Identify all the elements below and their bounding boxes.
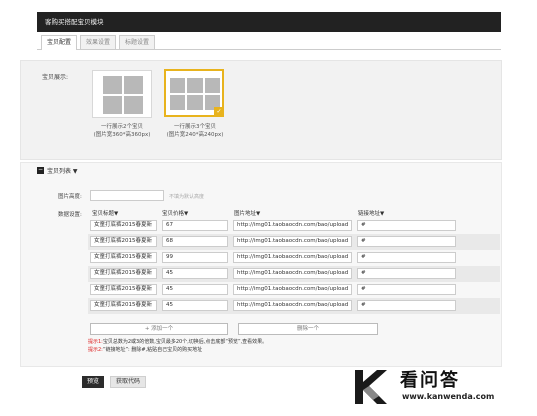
watermark-title: 看问答 bbox=[400, 370, 460, 391]
row-link-input[interactable]: # bbox=[357, 236, 456, 247]
watermark-url: www.kanwenda.com bbox=[402, 392, 495, 401]
layout-option-2-line2: (图片宽360*高360px) bbox=[93, 132, 151, 138]
tab-title-settings[interactable]: 标题设置 bbox=[119, 35, 156, 49]
data-settings-label: 数据设置: bbox=[58, 212, 82, 218]
col-head-link[interactable]: 链接地址▼ bbox=[358, 209, 384, 217]
row-price-input[interactable]: 45 bbox=[162, 284, 228, 295]
row-price-input[interactable]: 68 bbox=[162, 236, 228, 247]
row-title-input[interactable]: 女童打底裤2015春夏新 bbox=[90, 252, 157, 263]
tip-2: 提示2:“链接地址”: 删除#,粘贴自己宝贝的购买地址 bbox=[88, 346, 202, 353]
row-image-input[interactable]: http://img01.taobaocdn.com/bao/upload bbox=[233, 300, 352, 311]
layout-option-2-desc: 一行展示2个宝贝 (图片宽360*高360px) bbox=[82, 123, 162, 139]
selected-check-icon: ✓ bbox=[214, 107, 224, 117]
delete-item-button[interactable]: 删除一个 bbox=[238, 323, 378, 335]
col-head-image[interactable]: 图片地址▼ bbox=[234, 209, 260, 217]
row-price-input[interactable]: 45 bbox=[162, 300, 228, 311]
layout-option-3-per-row[interactable]: ✓ bbox=[164, 69, 224, 117]
row-link-input[interactable]: # bbox=[357, 300, 456, 311]
watermark-logo-icon bbox=[355, 370, 387, 404]
layout-2-preview-icon bbox=[103, 76, 143, 114]
row-link-input[interactable]: # bbox=[357, 220, 456, 231]
tab-item-config[interactable]: 宝贝配置 bbox=[41, 35, 78, 50]
tip-1-text: 宝贝总数为2或3的倍数,宝贝最多20个,切换后,点击底部“预览”,查看效果。 bbox=[102, 339, 268, 345]
layout-option-2-per-row[interactable] bbox=[92, 70, 152, 118]
row-link-input[interactable]: # bbox=[357, 268, 456, 279]
layout-3-preview-icon bbox=[170, 78, 220, 110]
row-image-input[interactable]: http://img01.taobaocdn.com/bao/upload bbox=[233, 220, 352, 231]
row-title-input[interactable]: 女童打底裤2015春夏新 bbox=[90, 220, 157, 231]
image-height-input[interactable] bbox=[90, 190, 164, 201]
layout-option-3-desc: 一行展示3个宝贝 (图片宽240*高240px) bbox=[155, 123, 235, 139]
add-item-button[interactable]: + 添加一个 bbox=[90, 323, 228, 335]
image-height-label: 图片高度: bbox=[58, 194, 82, 200]
tab-effect-settings[interactable]: 效果设置 bbox=[80, 35, 117, 49]
display-label: 宝贝展示: bbox=[42, 74, 69, 81]
col-head-title[interactable]: 宝贝标题▼ bbox=[92, 209, 118, 217]
row-image-input[interactable]: http://img01.taobaocdn.com/bao/upload bbox=[233, 284, 352, 295]
preview-button[interactable]: 预览 bbox=[82, 376, 104, 388]
get-code-button[interactable]: 获取代码 bbox=[110, 376, 146, 388]
row-image-input[interactable]: http://img01.taobaocdn.com/bao/upload bbox=[233, 236, 352, 247]
layout-option-3-line1: 一行展示3个宝贝 bbox=[174, 124, 216, 130]
row-image-input[interactable]: http://img01.taobaocdn.com/bao/upload bbox=[233, 252, 352, 263]
row-price-input[interactable]: 67 bbox=[162, 220, 228, 231]
tip-2-text: “链接地址”: 删除#,粘贴自己宝贝的购买地址 bbox=[102, 347, 203, 353]
row-title-input[interactable]: 女童打底裤2015春夏新 bbox=[90, 268, 157, 279]
row-price-input[interactable]: 99 bbox=[162, 252, 228, 263]
tip-2-prefix: 提示2: bbox=[88, 347, 103, 353]
image-height-hint: 不填为默认高度 bbox=[169, 194, 205, 200]
row-title-input[interactable]: 女童打底裤2015春夏新 bbox=[90, 300, 157, 311]
tab-bar: 宝贝配置 效果设置 标题设置 bbox=[37, 32, 501, 50]
row-link-input[interactable]: # bbox=[357, 252, 456, 263]
collapse-icon[interactable]: − bbox=[37, 167, 44, 174]
layout-option-3-line2: (图片宽240*高240px) bbox=[166, 132, 224, 138]
col-head-price[interactable]: 宝贝价格▼ bbox=[162, 209, 188, 217]
window-title: 客购买搭配宝贝模块 bbox=[37, 12, 501, 32]
layout-option-2-line1: 一行展示2个宝贝 bbox=[101, 124, 143, 130]
row-price-input[interactable]: 45 bbox=[162, 268, 228, 279]
row-title-input[interactable]: 女童打底裤2015春夏新 bbox=[90, 284, 157, 295]
item-list-title: 宝贝列表 ▼ bbox=[47, 168, 78, 175]
item-list-header[interactable]: − 宝贝列表 ▼ bbox=[37, 166, 78, 175]
row-link-input[interactable]: # bbox=[357, 284, 456, 295]
tip-1-prefix: 提示1: bbox=[88, 339, 103, 345]
row-image-input[interactable]: http://img01.taobaocdn.com/bao/upload bbox=[233, 268, 352, 279]
tip-1: 提示1:宝贝总数为2或3的倍数,宝贝最多20个,切换后,点击底部“预览”,查看效… bbox=[88, 338, 267, 345]
row-title-input[interactable]: 女童打底裤2015春夏新 bbox=[90, 236, 157, 247]
